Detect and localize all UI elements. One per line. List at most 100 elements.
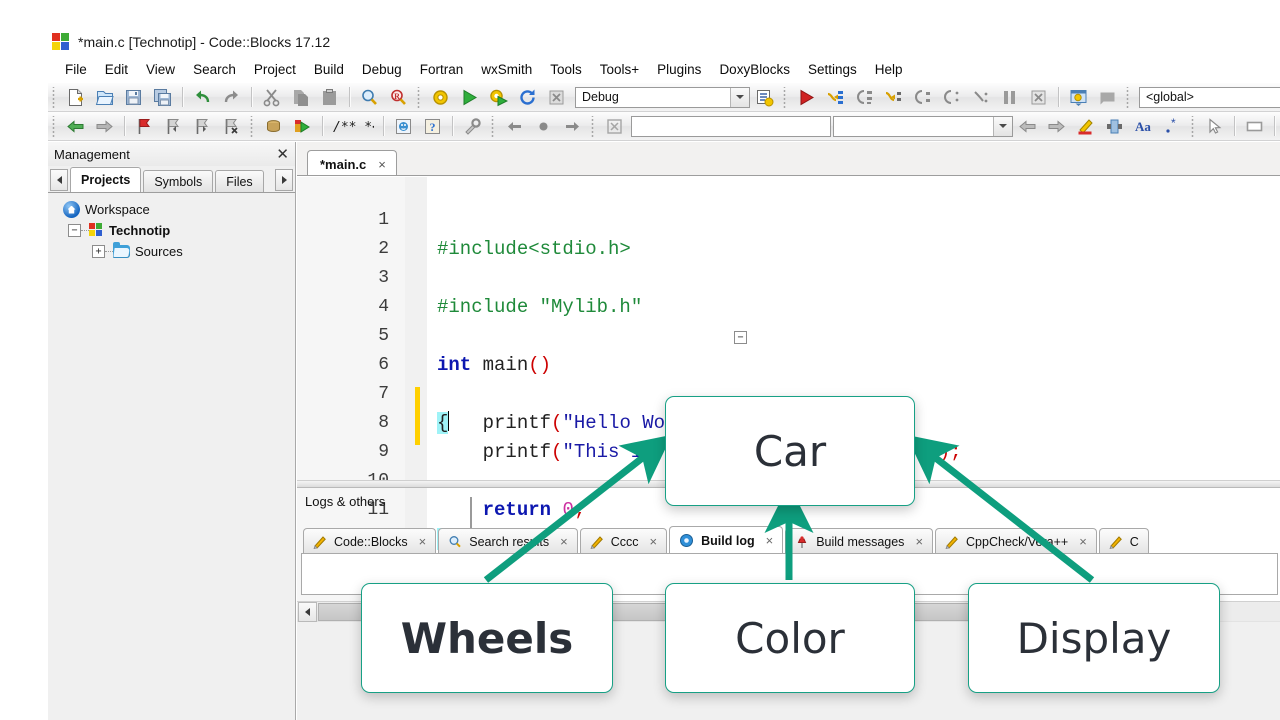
close-icon[interactable]: × bbox=[915, 534, 923, 549]
menu-edit[interactable]: Edit bbox=[96, 60, 137, 79]
compile-single-file-icon[interactable] bbox=[260, 114, 287, 139]
comment-uncomment-icon[interactable]: /** *< bbox=[329, 114, 377, 139]
logs-tab-cppcheck-vera[interactable]: CppCheck/Vera++ × bbox=[935, 528, 1097, 554]
tab-symbols[interactable]: Symbols bbox=[143, 170, 214, 192]
step-out-icon[interactable] bbox=[909, 85, 936, 110]
wildcard-icon[interactable]: * bbox=[1159, 114, 1186, 139]
run-single-file-icon[interactable] bbox=[289, 114, 316, 139]
tree-item-sources[interactable]: + Sources bbox=[54, 241, 295, 262]
toolbar-grip[interactable] bbox=[416, 86, 423, 108]
replace-icon[interactable]: R bbox=[385, 85, 412, 110]
panel-frame-icon[interactable] bbox=[1241, 114, 1268, 139]
menu-tools-plus[interactable]: Tools+ bbox=[591, 60, 648, 79]
clear-search-icon[interactable] bbox=[601, 114, 628, 139]
goto-next-icon[interactable] bbox=[559, 114, 586, 139]
save-all-icon[interactable] bbox=[149, 85, 176, 110]
toolbar-grip[interactable] bbox=[1190, 115, 1197, 137]
find-icon[interactable] bbox=[356, 85, 383, 110]
menu-search[interactable]: Search bbox=[184, 60, 245, 79]
chevron-down-icon[interactable] bbox=[993, 116, 1012, 136]
close-icon[interactable]: × bbox=[766, 533, 774, 548]
save-icon[interactable] bbox=[120, 85, 147, 110]
debug-continue-icon[interactable] bbox=[793, 85, 820, 110]
fold-collapse-icon[interactable]: − bbox=[734, 331, 747, 344]
clear-bookmarks-icon[interactable] bbox=[218, 114, 245, 139]
back-icon[interactable] bbox=[62, 114, 89, 139]
redo-icon[interactable] bbox=[218, 85, 245, 110]
tab-projects[interactable]: Projects bbox=[70, 167, 142, 192]
scrollbar-track[interactable] bbox=[1220, 603, 1280, 621]
cut-icon[interactable] bbox=[258, 85, 285, 110]
logs-tab-build-log[interactable]: Build log × bbox=[669, 526, 784, 554]
menu-bar[interactable]: File Edit View Search Project Build Debu… bbox=[48, 57, 1280, 82]
tree-item-technotip[interactable]: − Technotip bbox=[54, 220, 295, 241]
editor-tab-main-c[interactable]: *main.c × bbox=[307, 150, 397, 177]
next-line-icon[interactable] bbox=[851, 85, 878, 110]
menu-fortran[interactable]: Fortran bbox=[411, 60, 473, 79]
incremental-search-input[interactable] bbox=[631, 115, 831, 137]
menu-help[interactable]: Help bbox=[866, 60, 912, 79]
new-file-icon[interactable] bbox=[62, 85, 89, 110]
undo-icon[interactable] bbox=[189, 85, 216, 110]
toolbar-grip[interactable] bbox=[1125, 86, 1132, 108]
doxyblocks-help-icon[interactable]: ? bbox=[419, 114, 446, 139]
previous-bookmark-icon[interactable] bbox=[160, 114, 187, 139]
tree-item-workspace[interactable]: Workspace bbox=[54, 199, 295, 220]
logs-tab-overflow[interactable]: C bbox=[1098, 528, 1149, 554]
menu-debug[interactable]: Debug bbox=[353, 60, 411, 79]
tab-scroll-left-button[interactable] bbox=[50, 169, 68, 191]
editor-horizontal-scrollbar[interactable] bbox=[297, 601, 1280, 622]
step-instruction-icon[interactable] bbox=[938, 85, 965, 110]
step-into-icon[interactable] bbox=[880, 85, 907, 110]
build-target-options-icon[interactable] bbox=[751, 85, 778, 110]
toolbar-grip[interactable] bbox=[51, 86, 58, 108]
menu-build[interactable]: Build bbox=[305, 60, 353, 79]
copy-icon[interactable] bbox=[287, 85, 314, 110]
forward-icon[interactable] bbox=[91, 114, 118, 139]
toolbar-grip[interactable] bbox=[51, 115, 58, 137]
pointer-select-icon[interactable] bbox=[1201, 114, 1228, 139]
wxsmith-forward-icon[interactable] bbox=[1043, 114, 1070, 139]
build-and-run-icon[interactable] bbox=[485, 85, 512, 110]
logs-tab-search-results[interactable]: Search results × bbox=[438, 528, 578, 554]
menu-wxsmith[interactable]: wxSmith bbox=[472, 60, 541, 79]
scrollbar-thumb[interactable] bbox=[318, 603, 1220, 621]
close-icon[interactable]: × bbox=[560, 534, 568, 549]
menu-plugins[interactable]: Plugins bbox=[648, 60, 710, 79]
run-to-cursor-icon[interactable] bbox=[822, 85, 849, 110]
menu-file[interactable]: File bbox=[56, 60, 96, 79]
close-icon[interactable]: × bbox=[419, 534, 427, 549]
close-icon[interactable]: × bbox=[378, 157, 386, 172]
menu-view[interactable]: View bbox=[137, 60, 184, 79]
toolbar-grip[interactable] bbox=[782, 86, 789, 108]
menu-doxyblocks[interactable]: DoxyBlocks bbox=[710, 60, 799, 79]
toolbar-grip[interactable] bbox=[590, 115, 597, 137]
stop-debugger-icon[interactable] bbox=[1025, 85, 1052, 110]
close-icon[interactable]: × bbox=[1079, 534, 1087, 549]
font-icon[interactable]: Aa bbox=[1130, 114, 1157, 139]
doxyblocks-config-icon[interactable] bbox=[459, 114, 486, 139]
build-icon[interactable] bbox=[427, 85, 454, 110]
goto-marker-icon[interactable] bbox=[530, 114, 557, 139]
debugging-windows-icon[interactable] bbox=[1065, 85, 1092, 110]
logs-tab-cccc[interactable]: Cccc × bbox=[579, 528, 668, 554]
open-file-icon[interactable] bbox=[91, 85, 118, 110]
build-target-select[interactable]: Debug bbox=[575, 86, 750, 108]
scroll-left-button[interactable] bbox=[298, 602, 317, 622]
menu-settings[interactable]: Settings bbox=[799, 60, 866, 79]
layout-widget-icon[interactable] bbox=[1101, 114, 1128, 139]
step-next-instruction-icon[interactable] bbox=[967, 85, 994, 110]
tab-files[interactable]: Files bbox=[215, 170, 264, 192]
various-info-icon[interactable] bbox=[1094, 85, 1121, 110]
edit-pencil-icon[interactable] bbox=[1072, 114, 1099, 139]
menu-project[interactable]: Project bbox=[245, 60, 305, 79]
wxsmith-back-icon[interactable] bbox=[1014, 114, 1041, 139]
next-bookmark-icon[interactable] bbox=[189, 114, 216, 139]
goto-previous-icon[interactable] bbox=[501, 114, 528, 139]
close-icon[interactable]: × bbox=[650, 534, 658, 549]
toolbar-grip[interactable] bbox=[249, 115, 256, 137]
abort-icon[interactable] bbox=[543, 85, 570, 110]
rebuild-icon[interactable] bbox=[514, 85, 541, 110]
break-debugger-icon[interactable] bbox=[996, 85, 1023, 110]
close-icon[interactable]: ✕ bbox=[276, 147, 289, 162]
